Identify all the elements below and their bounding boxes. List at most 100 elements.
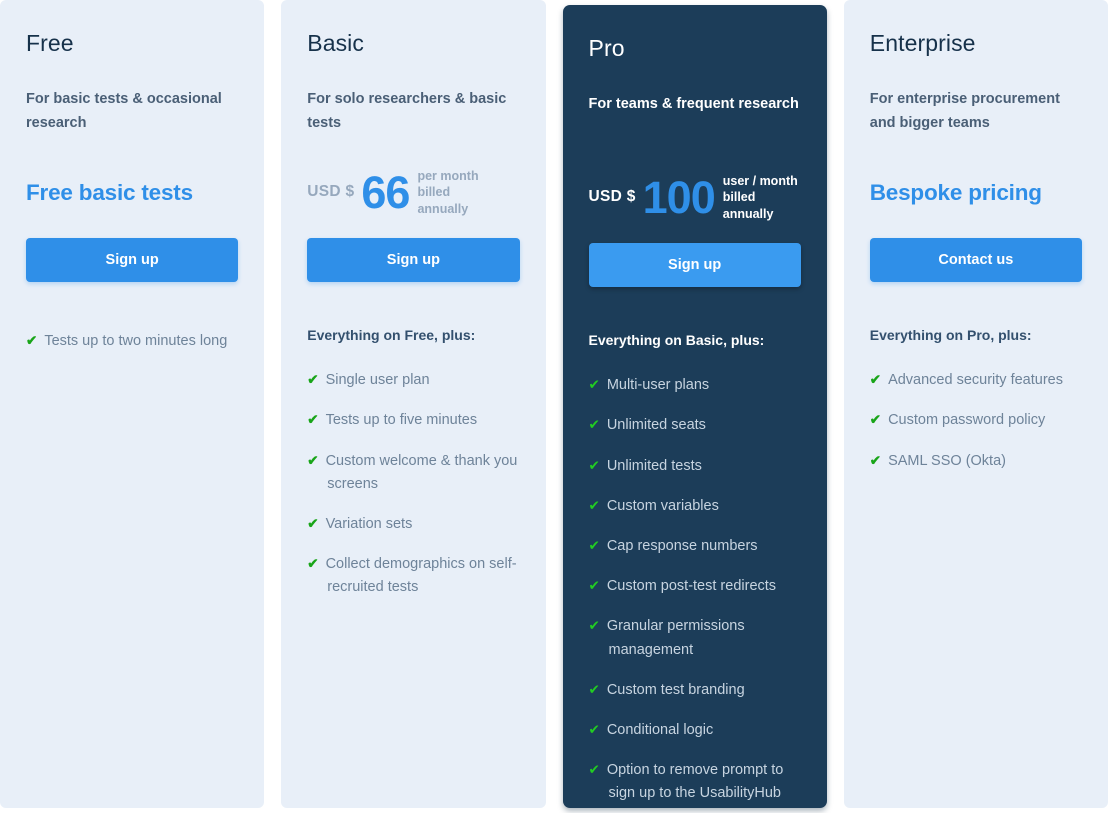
plan-card-free: Free For basic tests & occasional researc… xyxy=(0,0,265,808)
feature-list: ✔ Single user plan ✔ Tests up to five minut… xyxy=(307,369,519,599)
check-icon: ✔ xyxy=(307,556,319,572)
check-icon: ✔ xyxy=(307,515,319,531)
cta-button-pro[interactable]: Sign up xyxy=(588,242,801,287)
check-icon: ✔ xyxy=(869,452,882,468)
price-amount: 66 xyxy=(361,167,410,219)
price-text: Free basic tests xyxy=(26,180,193,206)
plan-card-pro: Pro For teams & frequent research USD $ 100… xyxy=(562,5,827,808)
plan-tagline: For basic tests & occasional research xyxy=(26,90,222,131)
check-icon: ✔ xyxy=(588,578,600,594)
price-text: Bespoke pricing xyxy=(869,180,1042,206)
check-icon: ✔ xyxy=(588,417,600,433)
price-meta-line: per month xyxy=(417,168,479,183)
check-icon: ✔ xyxy=(588,457,600,473)
price-meta-line: annually xyxy=(722,206,774,221)
plan-tagline: For solo researchers & basic tests xyxy=(307,90,507,131)
plan-card-enterprise: Enterprise For enterprise procurement and… xyxy=(843,0,1108,808)
price-currency: USD $ xyxy=(588,187,636,205)
feature-item: ✔ Multi-user plans xyxy=(589,374,801,397)
pricing-plans-grid: Free For basic tests & occasional researc… xyxy=(0,0,1108,813)
cta-button-basic[interactable]: Sign up xyxy=(307,237,520,282)
feature-item: ✔ Custom variables xyxy=(589,495,801,518)
check-icon: ✔ xyxy=(588,537,600,553)
feature-item: ✔ Tests up to two minutes long xyxy=(26,330,238,353)
check-icon: ✔ xyxy=(26,332,38,348)
feature-item: ✔ Conditional logic xyxy=(589,719,801,742)
feature-list: ✔ Advanced security features ✔ Custom passw… xyxy=(870,369,1082,473)
feature-label: Conditional logic xyxy=(606,721,714,738)
feature-item: ✔ Custom password policy xyxy=(870,409,1082,432)
features-heading: Everything on Free, plus: xyxy=(307,326,476,343)
feature-label: Single user plan xyxy=(325,372,430,389)
feature-label: Tests up to two minutes long xyxy=(44,332,228,349)
feature-item: ✔ Cap response numbers xyxy=(589,535,801,558)
check-icon: ✔ xyxy=(588,762,600,778)
features-section: Everything on Basic, plus: ✔ Multi-user pl… xyxy=(589,331,801,808)
feature-label: Tests up to five minutes xyxy=(325,412,478,429)
feature-item: ✔ Custom test branding xyxy=(589,679,801,702)
feature-item: ✔ Custom post-test redirects xyxy=(589,575,801,598)
feature-item: ✔ Tests up to five minutes xyxy=(307,409,519,432)
price-currency: USD $ xyxy=(307,182,355,200)
feature-item: ✔ Variation sets xyxy=(307,513,519,536)
feature-item: ✔ Single user plan xyxy=(307,369,519,392)
feature-label: Unlimited seats xyxy=(606,417,706,434)
price-meta-line: annually xyxy=(417,201,469,216)
plan-card-basic: Basic For solo researchers & basic tests U… xyxy=(281,0,546,808)
plan-name: Free xyxy=(26,30,74,56)
feature-item: ✔ Collect demographics on self-recruited … xyxy=(307,553,519,599)
feature-label: Custom welcome & thank you screens xyxy=(325,452,518,492)
price-meta: per month billed annually xyxy=(417,168,478,218)
check-icon: ✔ xyxy=(307,372,319,388)
feature-label: Multi-user plans xyxy=(606,377,710,394)
features-section: ✔ Tests up to two minutes long xyxy=(26,330,238,353)
feature-label: Custom variables xyxy=(606,497,719,514)
price-block: USD $ 66 per month billed annually xyxy=(307,162,519,224)
check-icon: ✔ xyxy=(588,618,600,634)
feature-item: ✔ Unlimited seats xyxy=(589,414,801,437)
feature-item: ✔ Unlimited tests xyxy=(589,455,801,478)
price-meta-line: user / month xyxy=(722,173,798,188)
price-block: Free basic tests xyxy=(26,162,238,224)
feature-label: Unlimited tests xyxy=(606,457,702,474)
plan-tagline: For enterprise procurement and bigger te… xyxy=(869,90,1060,131)
cta-button-enterprise[interactable]: Contact us xyxy=(869,237,1082,282)
price-meta-line: billed xyxy=(417,185,451,200)
price-block: Bespoke pricing xyxy=(870,162,1082,224)
plan-name: Pro xyxy=(588,35,625,61)
plan-name: Enterprise xyxy=(869,30,976,56)
features-section: Everything on Free, plus: ✔ Single user pl… xyxy=(307,326,519,600)
feature-label: Granular permissions management xyxy=(606,618,745,658)
feature-label: Variation sets xyxy=(325,515,413,532)
features-heading: Everything on Pro, plus: xyxy=(869,326,1032,343)
feature-item: ✔ SAML SSO (Okta) xyxy=(870,450,1082,473)
feature-label: Custom post-test redirects xyxy=(606,578,777,595)
feature-label: Option to remove prompt to sign up to th… xyxy=(606,762,784,802)
feature-label: SAML SSO (Okta) xyxy=(888,452,1006,469)
feature-label: Custom password policy xyxy=(888,412,1046,429)
features-heading: Everything on Basic, plus: xyxy=(588,331,765,348)
feature-item: ✔ Custom welcome & thank you screens xyxy=(307,450,519,496)
price-meta-line: billed xyxy=(722,190,756,205)
features-section: Everything on Pro, plus: ✔ Advanced securi… xyxy=(870,326,1082,473)
feature-label: Custom test branding xyxy=(606,681,745,698)
feature-label: Cap response numbers xyxy=(606,537,758,554)
feature-label: Collect demographics on self-recruited t… xyxy=(325,556,517,596)
feature-item: ✔ Advanced security features xyxy=(870,369,1082,392)
check-icon: ✔ xyxy=(307,412,319,428)
feature-item: ✔ Granular permissions management xyxy=(589,615,801,661)
plan-tagline: For teams & frequent research xyxy=(588,95,799,112)
price-meta: user / month billed annually xyxy=(723,173,798,223)
check-icon: ✔ xyxy=(869,412,882,428)
check-icon: ✔ xyxy=(588,681,600,697)
check-icon: ✔ xyxy=(869,372,882,388)
check-icon: ✔ xyxy=(588,497,600,513)
check-icon: ✔ xyxy=(307,452,319,468)
feature-list: ✔ Tests up to two minutes long xyxy=(26,330,238,353)
price-block: USD $ 100 user / month billed annually xyxy=(589,167,801,229)
check-icon: ✔ xyxy=(588,721,600,737)
price-amount: 100 xyxy=(642,172,716,224)
plan-name: Basic xyxy=(307,30,364,56)
feature-label: Advanced security features xyxy=(888,372,1063,389)
cta-button-free[interactable]: Sign up xyxy=(26,237,239,282)
